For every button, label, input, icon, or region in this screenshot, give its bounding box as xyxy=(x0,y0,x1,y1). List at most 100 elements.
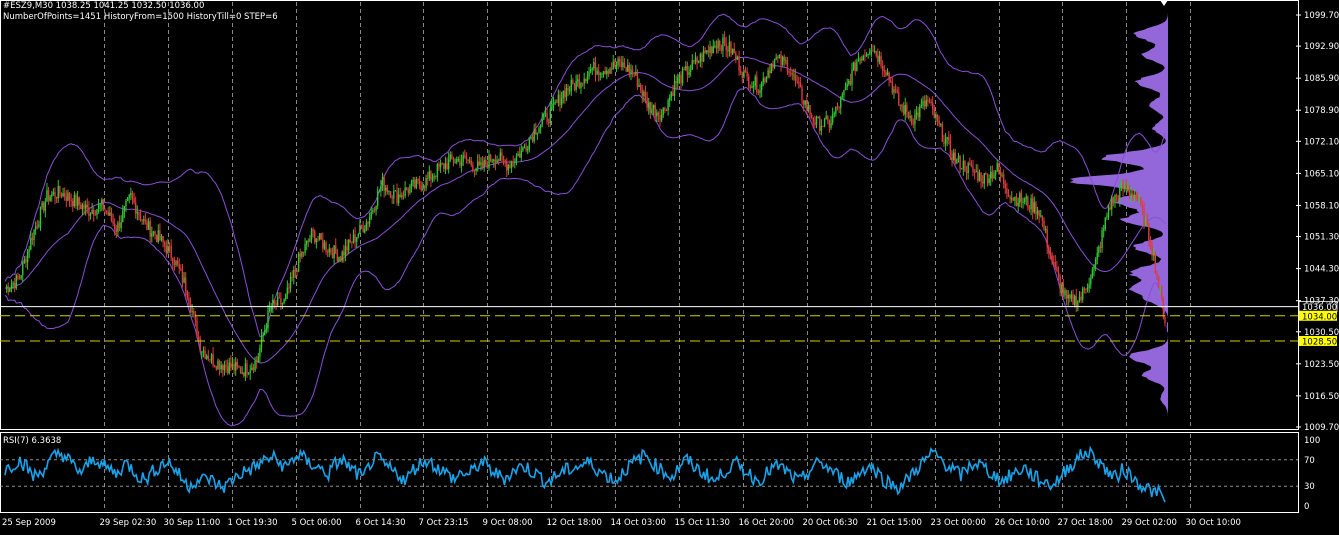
candle-body xyxy=(1109,207,1111,210)
candle-body xyxy=(501,152,503,157)
candle-body xyxy=(751,86,753,88)
candle-body xyxy=(420,185,422,191)
candle-body xyxy=(130,193,132,196)
x-tick-label: 21 Oct 15:00 xyxy=(867,518,922,528)
candle-body xyxy=(414,180,416,188)
candle-body xyxy=(291,277,293,278)
candle-body xyxy=(580,83,582,89)
candle-body xyxy=(725,43,727,51)
candle-body xyxy=(996,163,998,172)
candle-body xyxy=(336,252,339,262)
candle-body xyxy=(649,102,652,113)
x-tick-label: 30 Sep 11:00 xyxy=(164,518,221,528)
candle-body xyxy=(1157,275,1160,288)
bollinger-bands xyxy=(4,13,1166,427)
candle-body xyxy=(275,302,277,306)
candle-body xyxy=(638,84,640,87)
candle-body xyxy=(946,137,948,139)
candle-body xyxy=(310,229,313,240)
params-header: NumberOfPoints=1451 HistoryFrom=1500 His… xyxy=(3,12,278,22)
candle-body xyxy=(388,191,390,192)
candle-body xyxy=(93,210,95,215)
candle-body xyxy=(352,234,355,243)
candle-body xyxy=(940,124,942,125)
candle-body xyxy=(418,180,421,186)
candle-body xyxy=(431,177,434,180)
candle-body xyxy=(944,138,947,144)
candle-body xyxy=(152,231,155,234)
candle-body xyxy=(657,112,660,116)
candle-body xyxy=(102,199,105,210)
candle-body xyxy=(109,212,111,216)
candle-body xyxy=(114,223,116,229)
candle-body xyxy=(51,194,53,197)
x-tick-label: 20 Oct 06:30 xyxy=(803,518,858,528)
candle-body xyxy=(502,156,505,161)
candle-body xyxy=(769,70,771,74)
rsi-y-tick-label: 100 xyxy=(1304,436,1320,446)
candle-body xyxy=(731,48,734,54)
candle-body xyxy=(478,161,481,165)
candle-body xyxy=(362,227,364,233)
candle-body xyxy=(759,90,761,94)
candle-body xyxy=(735,53,737,60)
candle-body xyxy=(1125,183,1127,191)
y-tick-label: 1009.70 xyxy=(1304,423,1339,433)
candle-body xyxy=(1035,202,1037,215)
candle-body xyxy=(104,209,106,211)
candle-body xyxy=(46,190,48,202)
candle-body xyxy=(415,179,418,188)
candle-body xyxy=(76,197,79,206)
candle-body xyxy=(509,165,511,168)
price-levels: 1036.001034.001028.50 xyxy=(0,301,1338,347)
candle-body xyxy=(1007,193,1010,197)
candle-body xyxy=(909,115,911,118)
candle-body xyxy=(78,197,80,205)
candle-body xyxy=(314,230,316,243)
candle-body xyxy=(289,277,292,289)
candle-body xyxy=(180,268,182,270)
candle-body xyxy=(89,213,92,216)
candle-body xyxy=(675,81,677,84)
candle-body xyxy=(257,356,259,362)
y-tick-label: 1078.90 xyxy=(1304,106,1339,116)
candle-body xyxy=(1078,296,1081,301)
y-tick-label: 1072.10 xyxy=(1304,137,1339,147)
candle-body xyxy=(1072,294,1074,305)
candle-body xyxy=(748,76,750,87)
candle-body xyxy=(44,201,47,211)
candle-body xyxy=(55,197,58,199)
candle-body xyxy=(280,298,282,305)
candle-body xyxy=(1044,229,1047,231)
candle-body xyxy=(1164,317,1166,324)
candle-body xyxy=(225,365,227,367)
candle-body xyxy=(572,80,574,85)
candle-body xyxy=(65,197,68,201)
candle-body xyxy=(819,116,821,131)
candle-body xyxy=(354,234,356,242)
candle-body xyxy=(1132,193,1134,199)
candle-body xyxy=(990,171,992,179)
candle-body xyxy=(544,113,547,115)
candle-body xyxy=(770,64,773,74)
y-tick-label: 1044.30 xyxy=(1304,265,1339,275)
candle-body xyxy=(372,210,374,212)
candle-body xyxy=(233,363,235,371)
candle-body xyxy=(25,259,27,263)
candle-body xyxy=(525,147,527,151)
rsi-y-tick-label: 70 xyxy=(1304,456,1315,466)
scroll-marker-icon[interactable] xyxy=(1160,0,1168,6)
candle-body xyxy=(1064,289,1066,296)
candle-body xyxy=(514,161,516,163)
candle-body xyxy=(435,175,437,177)
candle-body xyxy=(806,100,808,110)
candle-body xyxy=(977,171,979,181)
candle-body xyxy=(147,221,150,230)
candle-body xyxy=(625,67,627,72)
candle-body xyxy=(323,242,326,249)
chart-root: 1036.00 1034.00 1028.50 25 Sep 2009 29 Sep … xyxy=(0,0,1339,531)
volume-profile-area xyxy=(1069,9,1168,417)
candle-body xyxy=(255,361,258,362)
candle-body xyxy=(1022,201,1024,203)
candle-body xyxy=(1141,205,1144,208)
